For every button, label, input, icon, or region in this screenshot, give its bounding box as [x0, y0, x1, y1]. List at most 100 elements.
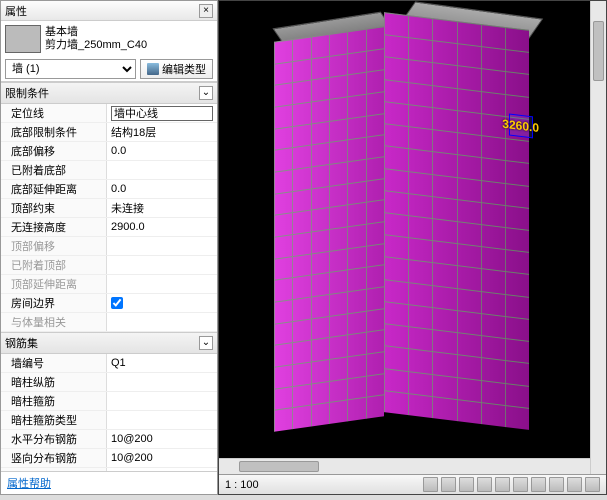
- detail-level-icon[interactable]: [423, 477, 438, 492]
- property-input[interactable]: [111, 316, 213, 328]
- property-label: 定位线: [1, 104, 107, 122]
- property-input[interactable]: [111, 452, 213, 464]
- scrollbar-vertical[interactable]: [590, 1, 606, 474]
- property-row: 暗柱纵筋: [1, 373, 217, 392]
- property-input[interactable]: [111, 357, 213, 369]
- edit-type-button[interactable]: 编辑类型: [140, 59, 213, 79]
- property-value[interactable]: [107, 180, 217, 198]
- help-link[interactable]: 属性帮助: [1, 471, 217, 494]
- property-input[interactable]: [111, 145, 213, 157]
- property-row: 底部偏移: [1, 142, 217, 161]
- property-input[interactable]: [111, 106, 213, 121]
- property-value[interactable]: [107, 392, 217, 410]
- property-value[interactable]: [107, 218, 217, 236]
- type-swatch: [5, 25, 41, 53]
- scale-display[interactable]: 1 : 100: [225, 479, 259, 491]
- property-input[interactable]: [111, 433, 213, 445]
- panel-header: 属性 ×: [1, 1, 217, 21]
- property-value[interactable]: [107, 256, 217, 274]
- property-input[interactable]: [111, 278, 213, 290]
- property-value[interactable]: [107, 430, 217, 448]
- temp-hide-icon[interactable]: [567, 477, 582, 492]
- lock-view-icon[interactable]: [549, 477, 564, 492]
- tower-right: 3260.0: [384, 12, 529, 430]
- property-input[interactable]: [111, 395, 213, 407]
- property-row: 竖向分布钢筋: [1, 449, 217, 468]
- property-input[interactable]: [111, 240, 213, 252]
- property-value[interactable]: [107, 199, 217, 217]
- property-checkbox[interactable]: [111, 297, 123, 309]
- property-label: 暗柱箍筋类型: [1, 411, 107, 429]
- property-row: 与体量相关: [1, 313, 217, 332]
- property-label: 顶部偏移: [1, 237, 107, 255]
- property-label: 墙编号: [1, 354, 107, 372]
- property-value[interactable]: [107, 313, 217, 331]
- property-row: 暗柱箍筋类型: [1, 411, 217, 430]
- property-row: 无连接高度: [1, 218, 217, 237]
- property-label: 顶部延伸距离: [1, 275, 107, 293]
- property-label: 底部偏移: [1, 142, 107, 160]
- section-header[interactable]: 限制条件⌄: [1, 82, 217, 104]
- property-input[interactable]: [111, 221, 213, 233]
- section-header[interactable]: 钢筋集⌄: [1, 332, 217, 354]
- property-row: 暗柱箍筋: [1, 392, 217, 411]
- property-value[interactable]: [107, 237, 217, 255]
- property-value[interactable]: [107, 275, 217, 293]
- property-label: 底部限制条件: [1, 123, 107, 141]
- property-value[interactable]: [107, 123, 217, 141]
- property-value[interactable]: [107, 373, 217, 391]
- crop-view-icon[interactable]: [513, 477, 528, 492]
- property-label: 顶部约束: [1, 199, 107, 217]
- property-label: 与体量相关: [1, 313, 107, 331]
- viewport-3d[interactable]: 3260.0 1 : 100: [218, 0, 607, 495]
- property-label: 底部延伸距离: [1, 180, 107, 198]
- property-value[interactable]: [107, 161, 217, 179]
- property-input[interactable]: [111, 202, 213, 214]
- property-input[interactable]: [111, 183, 213, 195]
- property-row: 房间边界: [1, 294, 217, 313]
- view-control-icons: [423, 477, 600, 492]
- property-row: 墙编号: [1, 354, 217, 373]
- property-input[interactable]: [111, 259, 213, 271]
- property-label: 房间边界: [1, 294, 107, 312]
- property-input[interactable]: [111, 126, 213, 138]
- property-label: 竖向分布钢筋: [1, 449, 107, 467]
- property-row: 底部延伸距离: [1, 180, 217, 199]
- visual-style-icon[interactable]: [441, 477, 456, 492]
- property-value[interactable]: [107, 294, 217, 312]
- property-label: 暗柱纵筋: [1, 373, 107, 391]
- property-value[interactable]: [107, 411, 217, 429]
- property-label: 暗柱箍筋: [1, 392, 107, 410]
- filter-select[interactable]: 墙 (1): [5, 59, 136, 79]
- property-row: 顶部延伸距离: [1, 275, 217, 294]
- sun-path-icon[interactable]: [459, 477, 474, 492]
- close-icon[interactable]: ×: [199, 4, 213, 18]
- expand-icon[interactable]: ⌄: [199, 336, 213, 350]
- expand-icon[interactable]: ⌄: [199, 86, 213, 100]
- view-control-bar: 1 : 100: [219, 474, 606, 494]
- scrollbar-horizontal[interactable]: [219, 458, 590, 474]
- tower-left: [274, 26, 384, 431]
- shadows-icon[interactable]: [477, 477, 492, 492]
- property-input[interactable]: [111, 414, 213, 426]
- rendering-icon[interactable]: [495, 477, 510, 492]
- property-input[interactable]: [111, 376, 213, 388]
- property-value[interactable]: [107, 449, 217, 467]
- properties-panel: 属性 × 基本墙 剪力墙_250mm_C40 墙 (1) 编辑类型 限制条件⌄定…: [0, 0, 218, 495]
- properties-list: 限制条件⌄定位线底部限制条件底部偏移已附着底部底部延伸距离顶部约束无连接高度顶部…: [1, 81, 217, 471]
- property-value[interactable]: [107, 142, 217, 160]
- property-row: 底部限制条件: [1, 123, 217, 142]
- property-value[interactable]: [107, 104, 217, 122]
- property-row: 水平分布钢筋: [1, 430, 217, 449]
- property-label: 无连接高度: [1, 218, 107, 236]
- property-row: 定位线: [1, 104, 217, 123]
- type-selector[interactable]: 基本墙 剪力墙_250mm_C40: [1, 21, 217, 57]
- crop-region-icon[interactable]: [531, 477, 546, 492]
- reveal-hidden-icon[interactable]: [585, 477, 600, 492]
- property-value[interactable]: [107, 354, 217, 372]
- property-row: 已附着顶部: [1, 256, 217, 275]
- property-label: 水平分布钢筋: [1, 430, 107, 448]
- property-label: 已附着顶部: [1, 256, 107, 274]
- panel-title: 属性: [5, 3, 199, 19]
- property-input[interactable]: [111, 164, 213, 176]
